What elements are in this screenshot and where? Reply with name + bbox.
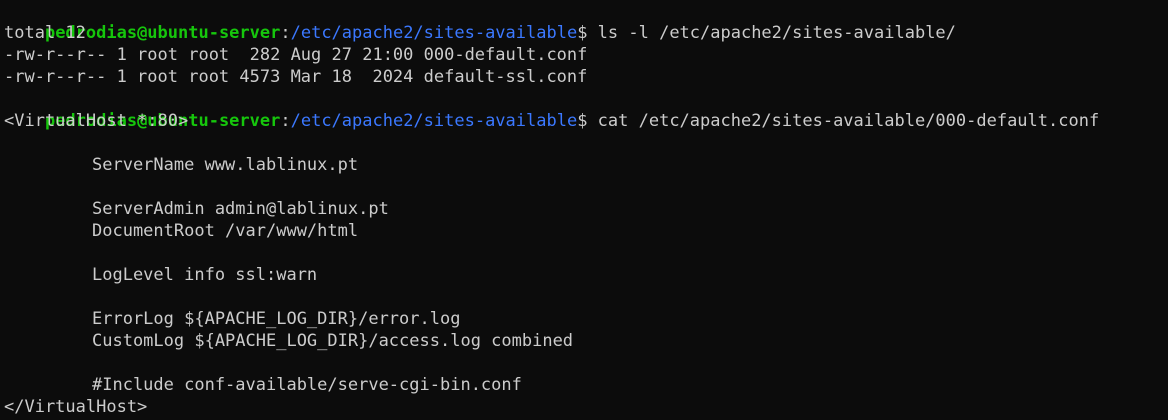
conf-custom-log: CustomLog ${APACHE_LOG_DIR}/access.log c… [92, 331, 574, 351]
conf-close-tag: </VirtualHost> [4, 397, 148, 417]
ls-entry-default-conf: -rw-r--r-- 1 root root 282 Aug 27 21:00 … [4, 45, 588, 65]
conf-log-level: LogLevel info ssl:warn [92, 265, 318, 285]
command-cat: cat /etc/apache2/sites-available/000-def… [587, 111, 1100, 131]
ls-entry-ssl-conf: -rw-r--r-- 1 root root 4573 Mar 18 2024 … [4, 67, 588, 87]
prompt-symbol: $ [577, 23, 588, 43]
prompt-line-1: pedrodias@ubuntu-server:/etc/apache2/sit… [4, 0, 1164, 43]
prompt-cwd: /etc/apache2/sites-available [290, 23, 578, 43]
conf-server-admin: ServerAdmin admin@lablinux.pt [92, 199, 389, 219]
prompt-symbol: $ [577, 111, 588, 131]
terminal-window[interactable]: pedrodias@ubuntu-server:/etc/apache2/sit… [0, 0, 1168, 420]
prompt-cwd: /etc/apache2/sites-available [290, 111, 578, 131]
prompt-separator: : [280, 111, 291, 131]
prompt-separator: : [280, 23, 291, 43]
prompt-line-2: pedrodias@ubuntu-server:/etc/apache2/sit… [4, 88, 1164, 131]
command-ls: ls -l /etc/apache2/sites-available/ [587, 23, 956, 43]
conf-document-root: DocumentRoot /var/www/html [92, 221, 359, 241]
conf-include-comment: #Include conf-available/serve-cgi-bin.co… [92, 375, 522, 395]
conf-server-name: ServerName www.lablinux.pt [92, 155, 359, 175]
conf-error-log: ErrorLog ${APACHE_LOG_DIR}/error.log [92, 309, 461, 329]
